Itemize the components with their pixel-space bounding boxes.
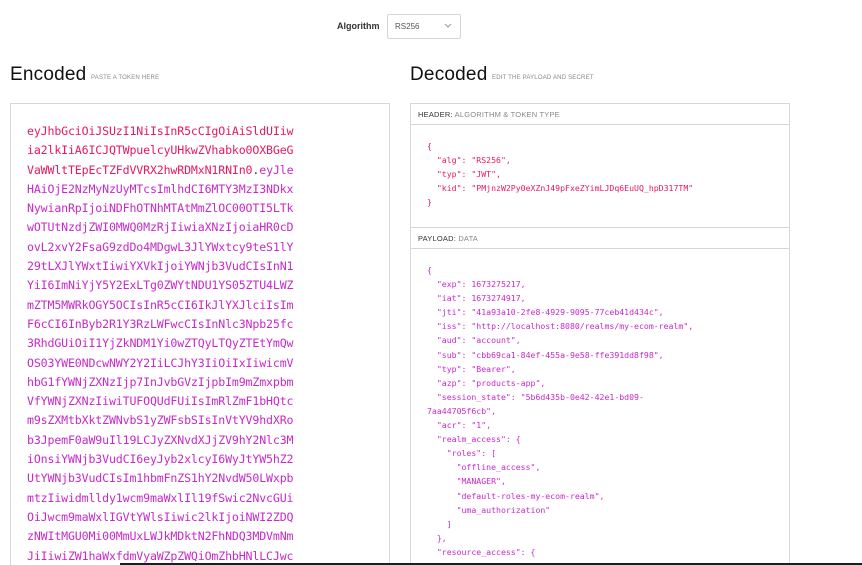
token-line: OS03YWE0NDcwNWY2Y2IiLCJhY3IiOiIxIiwicmV: [27, 354, 377, 373]
token-line: VaWWltTEpEcTZFdVVRX2hwRDMxN1RNIn0.eyJle: [27, 161, 377, 180]
payload-json-line: "exp": 1673275217,: [427, 279, 526, 290]
encoded-token-text[interactable]: eyJhbGciOiJSUzI1NiIsInR5cCIgOiAiSldUIiw i…: [27, 122, 377, 565]
token-payload-segment: UtYWNjb3VudCIsIm1hbmFnZS1hY2NvdW50LWxpb: [27, 471, 294, 486]
algorithm-bar: Algorithm RS256: [0, 14, 862, 40]
token-line: HAiOjE2NzMyNzUyMTcsImlhdCI6MTY3MzI3NDkx: [27, 180, 377, 199]
payload-json-line: "sub": "cbb69ca1-84ef-455a-9e58-ffe391dd…: [427, 349, 664, 360]
algorithm-label: Algorithm: [337, 21, 380, 31]
payload-json-line: "roles": [: [427, 448, 497, 459]
payload-json-line: "realm_access": {: [427, 434, 521, 445]
encoded-token-editor[interactable]: eyJhbGciOiJSUzI1NiIsInR5cCIgOiAiSldUIiw i…: [10, 103, 390, 565]
decoded-panel: HEADER: ALGORITHM & TOKEN TYPE { "alg": …: [410, 103, 790, 565]
header-json-editor[interactable]: { "alg": "RS256", "typ": "JWT", "kid": "…: [411, 125, 789, 209]
header-label-desc: ALGORITHM & TOKEN TYPE: [454, 110, 560, 119]
token-payload-segment: zNWItMGU0Mi00MmUxLWJkMDktN2FhNDQ3MDVmNm: [27, 529, 294, 544]
token-line: wOTUtNzdjZWI0MWQ0MzRjIiwiaXNzIjoiaHR0cD: [27, 218, 377, 237]
decoded-title: Decoded: [410, 64, 488, 85]
token-line: OiJwcm9maWxlIGVtYWlsIiwic2lkIjoiNWI2ZDQ: [27, 508, 377, 527]
payload-json-line: "MANAGER",: [427, 476, 506, 487]
payload-json-line: ]: [427, 518, 452, 529]
token-line: zNWItMGU0Mi00MmUxLWJkMDktN2FhNDQ3MDVmNm: [27, 527, 377, 546]
token-line: F6cCI6InByb2R1Y3RzLWFwcCIsInNlc3Npb25fc: [27, 315, 377, 334]
token-header-segment: VaWWltTEpEcTZFdVVRX2hwRDMxN1RNIn0: [27, 162, 253, 177]
payload-json-line: "session_state": "5b6d435b-0e42-42e1-bd0…: [427, 391, 644, 402]
token-payload-segment: HAiOjE2NzMyNzUyMTcsImlhdCI6MTY3MzI3NDkx: [27, 181, 294, 196]
header-json-line: "kid": "PMjnzW2Py0eXZnJ49pFxeZYimLJDq6Eu…: [427, 183, 694, 194]
token-line: m9sZXMtbXktZWNvbS1yZWFsbSIsInVtYV9hdXRo: [27, 411, 377, 430]
token-header-segment: ia2lkIiA6ICJQTWpuelcyUHkwZVhabko0OXBGeG: [27, 143, 294, 158]
token-payload-segment: m9sZXMtbXktZWNvbS1yZWFsbSIsInVtYV9hdXRo: [27, 413, 294, 428]
payload-json-line: "resource_access": {: [427, 546, 536, 557]
token-payload-segment: 3RhdGUiOiI1YjZkNDM1Yi0wZTQyLTQyZTEtYmQw: [27, 336, 294, 351]
payload-json-line: },: [427, 532, 447, 543]
payload-json-line: "acr": "1",: [427, 420, 492, 431]
header-label: HEADER:: [418, 110, 453, 119]
token-line: 3RhdGUiOiI1YjZkNDM1Yi0wZTQyLTQyZTEtYmQw: [27, 334, 377, 353]
encoded-subtitle: PASTE A TOKEN HERE: [91, 75, 160, 81]
token-line: eyJhbGciOiJSUzI1NiIsInR5cCIgOiAiSldUIiw: [27, 122, 377, 141]
algorithm-selected-value: RS256: [395, 22, 420, 31]
payload-json-line: "offline_access",: [427, 462, 541, 473]
encoded-title: Encoded: [10, 64, 87, 85]
payload-json-line: "typ": "Bearer",: [427, 363, 516, 374]
header-section-label: HEADER: ALGORITHM & TOKEN TYPE: [411, 104, 789, 125]
token-payload-segment: mZTM5MWRkOGY5OCIsInR5cCI6IkJlYXJlciIsIm: [27, 297, 294, 312]
payload-json-line: "iat": 1673274917,: [427, 293, 526, 304]
payload-json-line: {: [427, 265, 432, 275]
token-payload-segment: YiI6ImNiYjY5Y2ExLTg0ZWYtNDU1YS05ZTU4LWZ: [27, 278, 294, 293]
header-json-line: {: [427, 141, 432, 151]
token-line: hbG1fYWNjZXNzIjp7InJvbGVzIjpbIm9mZmxpbm: [27, 373, 377, 392]
token-payload-segment: OiJwcm9maWxlIGVtYWlsIiwic2lkIjoiNWI2ZDQ: [27, 509, 294, 524]
token-payload-segment: hbG1fYWNjZXNzIjp7InJvbGVzIjpbIm9mZmxpbm: [27, 374, 294, 389]
payload-json-line: 7aa44705f6cb",: [427, 405, 497, 416]
payload-json-line: "default-roles-my-ecom-realm",: [427, 490, 605, 501]
token-line: ia2lkIiA6ICJQTWpuelcyUHkwZVhabko0OXBGeG: [27, 141, 377, 160]
decoded-subtitle: EDIT THE PAYLOAD AND SECRET: [492, 75, 594, 81]
payload-section: PAYLOAD: DATA { "exp": 1673275217, "iat"…: [411, 228, 789, 559]
header-section: HEADER: ALGORITHM & TOKEN TYPE { "alg": …: [411, 104, 789, 228]
payload-json-line: "azp": "products-app",: [427, 377, 546, 388]
token-line: NywianRpIjoiNDFhOTNhMTAtMmZlOC00OTI5LTk: [27, 199, 377, 218]
token-line: mZTM5MWRkOGY5OCIsInR5cCI6IkJlYXJlciIsIm: [27, 296, 377, 315]
payload-json-line: "jti": "41a93a10-2fe8-4929-9095-77ceb41d…: [427, 307, 664, 318]
payload-section-label: PAYLOAD: DATA: [411, 228, 789, 249]
algorithm-select[interactable]: RS256: [387, 14, 461, 39]
token-payload-segment: wOTUtNzdjZWI0MWQ0MzRjIiwiaXNzIjoiaHR0cD: [27, 220, 294, 235]
token-payload-segment: VfYWNjZXNzIiwiTUFOQUdFUiIsImRlZmF1bHQtc: [27, 394, 294, 409]
token-payload-segment: iOnsiYWNjb3VudCI6eyJyb2xlcyI6WyJtYW5hZ2: [27, 452, 294, 467]
payload-label-desc: DATA: [458, 234, 479, 243]
token-line: VfYWNjZXNzIiwiTUFOQUdFUiIsImRlZmF1bHQtc: [27, 392, 377, 411]
token-payload-segment: ovL2xvY2FsaG9zdDo4MDgwL3JlYWxtcy9teS1lY: [27, 239, 294, 254]
token-line: 29tLXJlYWxtIiwiYXVkIjoiYWNjb3VudCIsInN1: [27, 257, 377, 276]
token-line: YiI6ImNiYjY5Y2ExLTg0ZWYtNDU1YS05ZTU4LWZ: [27, 276, 377, 295]
payload-json-line: "uma_authorization": [427, 504, 551, 515]
payload-json-line: "iss": "http://localhost:8080/realms/my-…: [427, 321, 694, 332]
chevron-down-icon: [444, 23, 452, 28]
payload-label: PAYLOAD:: [418, 234, 457, 243]
token-line: iOnsiYWNjb3VudCI6eyJyb2xlcyI6WyJtYW5hZ2: [27, 450, 377, 469]
payload-json-editor[interactable]: { "exp": 1673275217, "iat": 1673274917, …: [411, 249, 789, 559]
header-json-line: "alg": "RS256",: [427, 155, 511, 166]
token-payload-segment: 29tLXJlYWxtIiwiYXVkIjoiYWNjb3VudCIsInN1: [27, 259, 294, 274]
token-payload-segment: NywianRpIjoiNDFhOTNhMTAtMmZlOC00OTI5LTk: [27, 201, 294, 216]
token-line: ovL2xvY2FsaG9zdDo4MDgwL3JlYWxtcy9teS1lY: [27, 238, 377, 257]
token-payload-segment: F6cCI6InByb2R1Y3RzLWFwcCIsInNlc3Npb25fc: [27, 316, 294, 331]
token-payload-segment: b3JpemF0aW9uIl19LCJyZXNvdXJjZV9hY2Nlc3M: [27, 432, 294, 447]
payload-json-line: "aud": "account",: [427, 335, 521, 346]
token-line: b3JpemF0aW9uIl19LCJyZXNvdXJjZV9hY2Nlc3M: [27, 431, 377, 450]
token-header-segment: eyJhbGciOiJSUzI1NiIsInR5cCIgOiAiSldUIiw: [27, 124, 294, 138]
token-line: mtzIiwidmlldy1wcm9maWxlIl19fSwic2NvcGUi: [27, 489, 377, 508]
token-payload-segment: OS03YWE0NDcwNWY2Y2IiLCJhY3IiOiIxIiwicmV: [27, 355, 294, 370]
header-json-line: }: [427, 197, 432, 208]
token-line: UtYWNjb3VudCIsIm1hbmFnZS1hY2NvdW50LWxpb: [27, 469, 377, 488]
token-payload-segment: mtzIiwidmlldy1wcm9maWxlIl19fSwic2NvcGUi: [27, 490, 294, 505]
header-json-line: "typ": "JWT",: [427, 169, 501, 180]
token-payload-segment: eyJle: [259, 162, 294, 177]
token-payload-segment: JiIiwiZW1haWxfdmVyaWZpZWQiOmZhbHNlLCJwc: [27, 548, 294, 563]
